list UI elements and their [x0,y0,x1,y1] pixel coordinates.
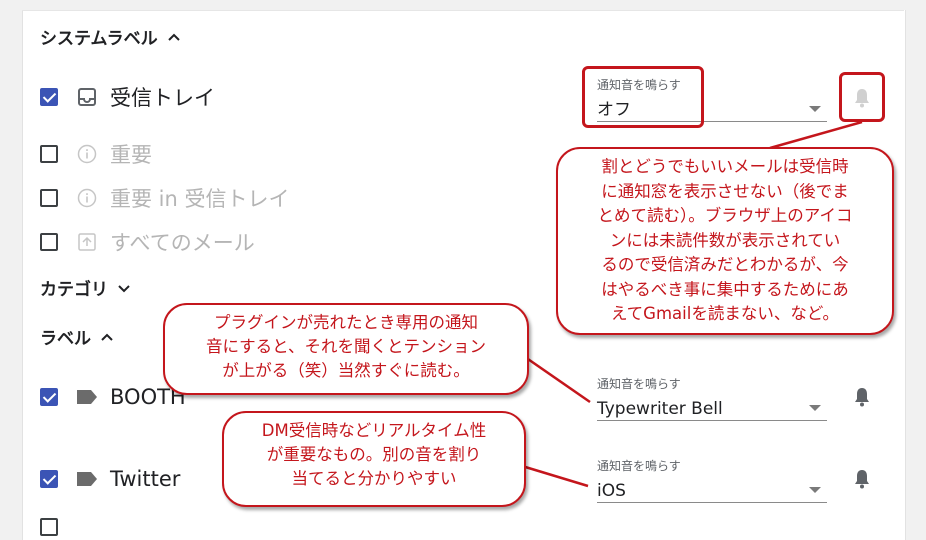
pointer-line-inbox [769,120,863,150]
callout-twitter-note: DM受信時などリアルタイム性 が重要なもの。別の音を割り 当てると分かりやすい [222,411,526,507]
callout-inbox-note: 割とどうでもいいメールは受信時 に通知窓を表示させない（後でま とめて読む）。ブ… [556,147,894,335]
callout-booth-note: プラグインが売れたとき専用の通知 音にすると、それを聞くとテンション が上がる（… [163,303,529,395]
pointer-line-twitter [521,464,589,488]
